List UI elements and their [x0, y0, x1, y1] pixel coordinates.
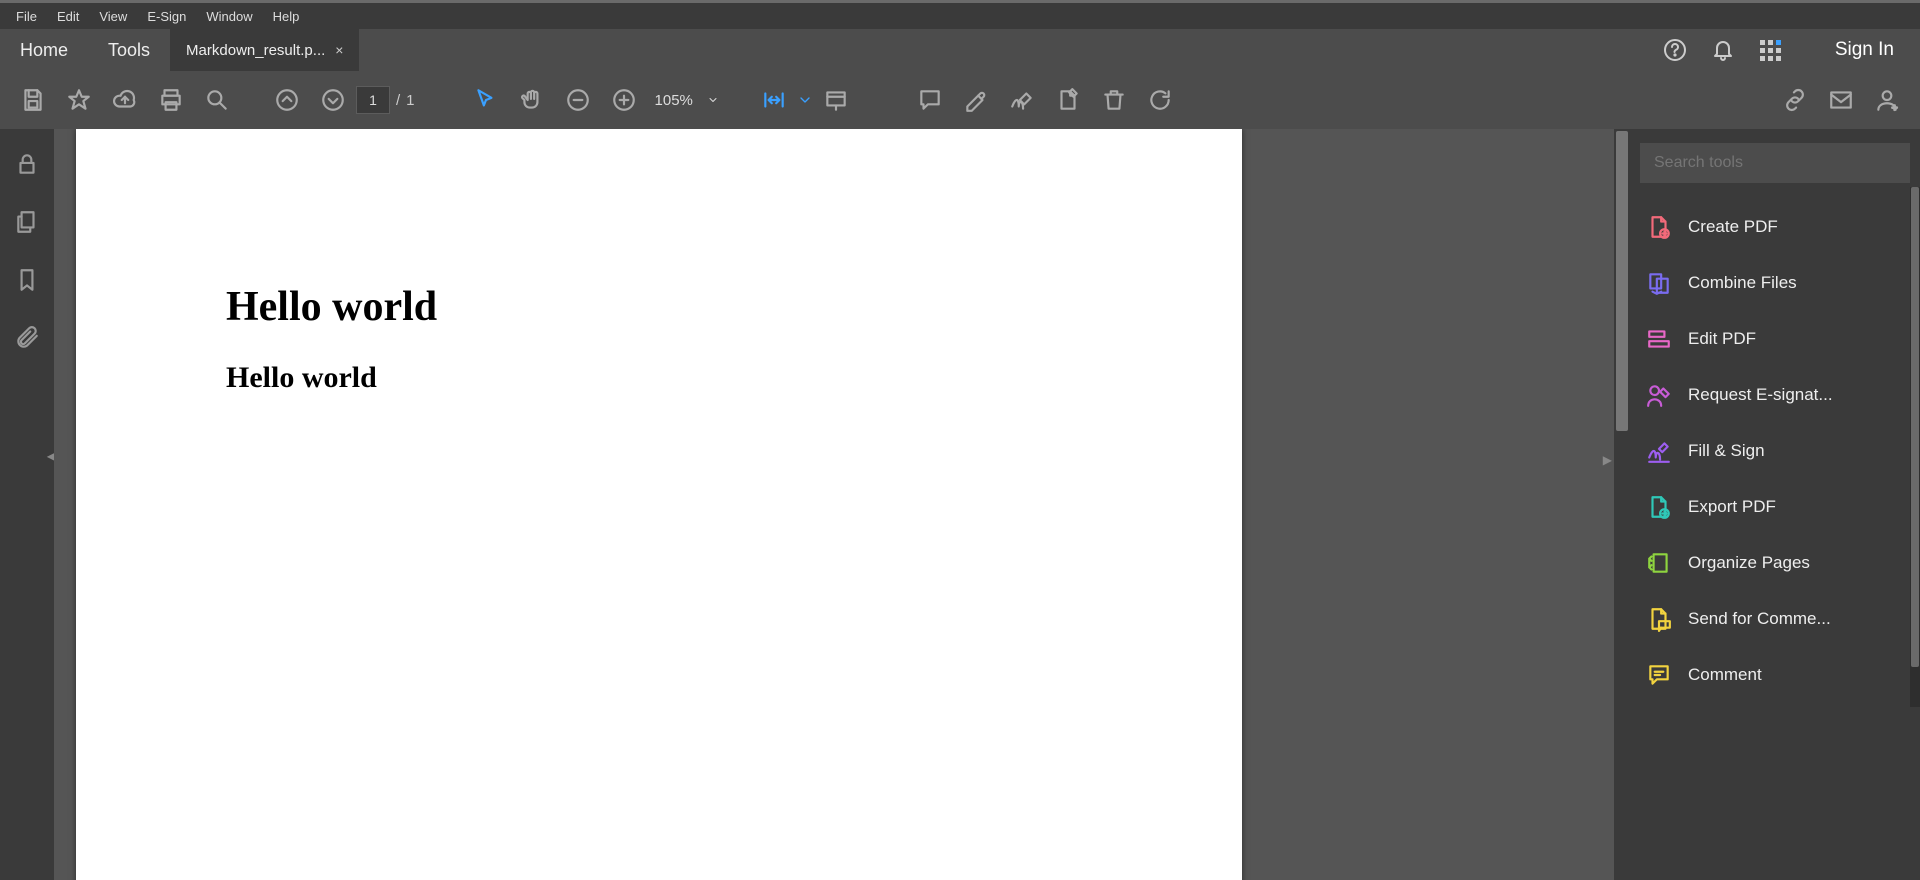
right-panel: Create PDF Combine Files Edit PDF Reques… — [1630, 129, 1920, 880]
file-tab-label: Markdown_result.p... — [186, 42, 325, 59]
page-indicator: / 1 — [356, 86, 415, 114]
tool-label: Combine Files — [1688, 273, 1797, 293]
tool-label: Comment — [1688, 665, 1762, 685]
tool-fill-sign[interactable]: Fill & Sign — [1640, 423, 1910, 479]
menu-window[interactable]: Window — [196, 5, 262, 28]
page-total: 1 — [406, 92, 414, 109]
tool-label: Request E-signat... — [1688, 385, 1833, 405]
account-icon[interactable] — [1864, 77, 1910, 123]
menubar: File Edit View E-Sign Window Help — [0, 3, 1920, 29]
stamp-icon[interactable] — [1045, 77, 1091, 123]
select-tool-icon[interactable] — [463, 77, 509, 123]
page-up-icon[interactable] — [264, 77, 310, 123]
left-rail: ◀ — [0, 129, 54, 880]
header-icons — [1637, 29, 1809, 71]
fill-sign-icon — [1646, 438, 1672, 464]
zoom-value: 105% — [655, 92, 693, 109]
search-tools-input[interactable] — [1640, 143, 1910, 183]
body: ◀ Hello world Hello world ▶ Create PDF C… — [0, 129, 1920, 880]
bookmark-icon[interactable] — [14, 267, 40, 293]
chevron-down-icon — [707, 94, 719, 106]
page-down-icon[interactable] — [310, 77, 356, 123]
read-mode-icon[interactable] — [813, 77, 859, 123]
tool-list: Create PDF Combine Files Edit PDF Reques… — [1640, 199, 1910, 703]
bell-icon[interactable] — [1711, 38, 1735, 62]
zoom-out-icon[interactable] — [555, 77, 601, 123]
comment-tool-icon — [1646, 662, 1672, 688]
right-panel-scrollbar[interactable] — [1910, 187, 1920, 707]
tool-edit-pdf[interactable]: Edit PDF — [1640, 311, 1910, 367]
tool-create-pdf[interactable]: Create PDF — [1640, 199, 1910, 255]
tool-organize-pages[interactable]: Organize Pages — [1640, 535, 1910, 591]
edit-pdf-icon — [1646, 326, 1672, 352]
highlight-icon[interactable] — [953, 77, 999, 123]
tool-label: Edit PDF — [1688, 329, 1756, 349]
delete-icon[interactable] — [1091, 77, 1137, 123]
page-current-input[interactable] — [356, 86, 390, 114]
fit-width-chevron-icon[interactable] — [797, 77, 813, 123]
tool-export-pdf[interactable]: Export PDF — [1640, 479, 1910, 535]
cloud-icon[interactable] — [102, 77, 148, 123]
sign-icon[interactable] — [999, 77, 1045, 123]
find-icon[interactable] — [194, 77, 240, 123]
organize-pages-icon — [1646, 550, 1672, 576]
tool-label: Export PDF — [1688, 497, 1776, 517]
menu-view[interactable]: View — [89, 5, 137, 28]
sign-in-button[interactable]: Sign In — [1809, 29, 1920, 71]
tool-combine-files[interactable]: Combine Files — [1640, 255, 1910, 311]
collapse-right-icon[interactable]: ▶ — [1603, 453, 1612, 467]
tool-comment[interactable]: Comment — [1640, 647, 1910, 703]
menu-help[interactable]: Help — [263, 5, 310, 28]
toolbar: / 1 105% — [0, 71, 1920, 129]
document-area: Hello world Hello world ▶ — [54, 129, 1630, 880]
doc-heading-2: Hello world — [226, 361, 377, 395]
nav-tools[interactable]: Tools — [88, 29, 170, 71]
menu-file[interactable]: File — [6, 5, 47, 28]
zoom-dropdown[interactable]: 105% — [647, 92, 727, 109]
apps-waffle-icon[interactable] — [1759, 38, 1783, 62]
right-panel-scrollbar-thumb[interactable] — [1911, 187, 1919, 667]
menu-edit[interactable]: Edit — [47, 5, 89, 28]
attachment-icon[interactable] — [14, 325, 40, 351]
fit-width-icon[interactable] — [751, 77, 797, 123]
save-icon[interactable] — [10, 77, 56, 123]
doc-heading-1: Hello world — [226, 283, 437, 331]
tool-label: Organize Pages — [1688, 553, 1810, 573]
esign-icon — [1646, 382, 1672, 408]
star-icon[interactable] — [56, 77, 102, 123]
send-comments-icon — [1646, 606, 1672, 632]
close-tab-icon[interactable]: × — [335, 42, 343, 58]
lock-icon[interactable] — [14, 151, 40, 177]
thumbnails-icon[interactable] — [14, 209, 40, 235]
nav-home[interactable]: Home — [0, 29, 88, 71]
page-sep: / — [396, 92, 400, 109]
comment-icon[interactable] — [907, 77, 953, 123]
print-icon[interactable] — [148, 77, 194, 123]
tool-label: Create PDF — [1688, 217, 1778, 237]
hand-tool-icon[interactable] — [509, 77, 555, 123]
tool-request-esign[interactable]: Request E-signat... — [1640, 367, 1910, 423]
doc-scrollbar[interactable] — [1614, 129, 1630, 880]
tool-label: Send for Comme... — [1688, 609, 1831, 629]
pdf-page: Hello world Hello world — [76, 129, 1242, 880]
doc-scrollbar-thumb[interactable] — [1616, 131, 1628, 431]
zoom-in-icon[interactable] — [601, 77, 647, 123]
help-icon[interactable] — [1663, 38, 1687, 62]
combine-files-icon — [1646, 270, 1672, 296]
tabbar: Home Tools Markdown_result.p... × Sign I… — [0, 29, 1920, 71]
menu-esign[interactable]: E-Sign — [137, 5, 196, 28]
rotate-icon[interactable] — [1137, 77, 1183, 123]
create-pdf-icon — [1646, 214, 1672, 240]
file-tab[interactable]: Markdown_result.p... × — [170, 29, 359, 71]
tool-send-comments[interactable]: Send for Comme... — [1640, 591, 1910, 647]
export-pdf-icon — [1646, 494, 1672, 520]
mail-icon[interactable] — [1818, 77, 1864, 123]
link-icon[interactable] — [1772, 77, 1818, 123]
tool-label: Fill & Sign — [1688, 441, 1765, 461]
